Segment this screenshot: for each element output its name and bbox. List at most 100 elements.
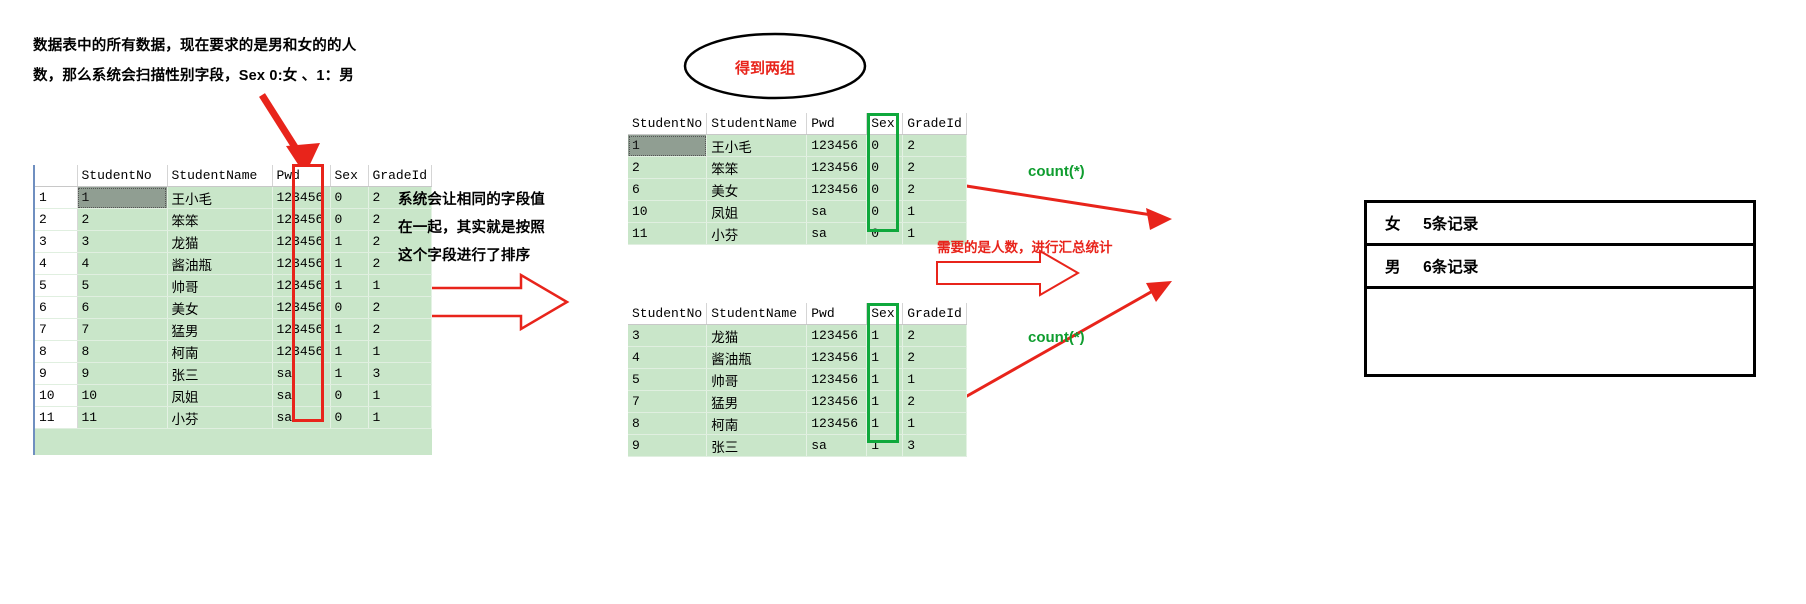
table-row[interactable]: 1 王小毛 123456 0 2 (628, 134, 968, 157)
cell-pwd[interactable]: 123456 (806, 178, 868, 201)
cell-studentname[interactable]: 笨笨 (706, 156, 808, 179)
cell-studentno[interactable]: 8 (628, 412, 708, 435)
cell-sex[interactable]: 0 (330, 406, 369, 429)
cell-gradeid[interactable]: 2 (902, 390, 968, 413)
cell-sex[interactable]: 0 (330, 296, 369, 319)
cell-studentno[interactable]: 7 (628, 390, 708, 413)
cell-sex[interactable]: 1 (866, 368, 904, 391)
cell-pwd[interactable]: 123456 (806, 412, 868, 435)
col-gradeid[interactable]: GradeId (368, 165, 433, 187)
cell-sex[interactable]: 1 (866, 390, 904, 413)
cell-gradeid[interactable]: 2 (902, 178, 968, 201)
cell-pwd[interactable]: sa (272, 406, 331, 429)
cell-studentname[interactable]: 龙猫 (706, 324, 808, 347)
cell-pwd[interactable]: sa (806, 200, 868, 223)
cell-gradeid[interactable]: 1 (368, 274, 433, 297)
table-row[interactable]: 4 酱油瓶 123456 1 2 (628, 346, 968, 369)
col-pwd[interactable]: Pwd (272, 165, 331, 187)
cell-studentno[interactable]: 9 (628, 434, 708, 457)
table-row[interactable]: 7 7 猛男 123456 1 2 (35, 318, 433, 341)
cell-studentname[interactable]: 美女 (167, 296, 273, 319)
cell-gradeid[interactable]: 2 (902, 134, 968, 157)
cell-studentno[interactable]: 2 (628, 156, 708, 179)
cell-studentno[interactable]: 4 (628, 346, 708, 369)
cell-pwd[interactable]: 123456 (272, 274, 331, 297)
cell-gradeid[interactable]: 1 (368, 406, 433, 429)
cell-studentname[interactable]: 美女 (706, 178, 808, 201)
cell-pwd[interactable]: 123456 (272, 208, 331, 231)
table-row[interactable]: 1 1 王小毛 123456 0 2 (35, 186, 433, 209)
cell-pwd[interactable]: 123456 (272, 186, 331, 209)
cell-studentno[interactable]: 10 (628, 200, 708, 223)
table-row[interactable]: 2 笨笨 123456 0 2 (628, 156, 968, 179)
cell-studentno[interactable]: 3 (628, 324, 708, 347)
table-row[interactable]: 11 小芬 sa 0 1 (628, 222, 968, 245)
table-row[interactable]: 9 9 张三 sa 1 3 (35, 362, 433, 385)
col-gradeid[interactable]: GradeId (902, 303, 968, 325)
cell-pwd[interactable]: sa (806, 434, 868, 457)
cell-sex[interactable]: 1 (330, 362, 369, 385)
cell-studentname[interactable]: 龙猫 (167, 230, 273, 253)
cell-sex[interactable]: 0 (866, 222, 904, 245)
cell-studentname[interactable]: 小芬 (167, 406, 273, 429)
cell-studentname[interactable]: 王小毛 (706, 134, 808, 157)
cell-sex[interactable]: 0 (330, 208, 369, 231)
cell-pwd[interactable]: sa (806, 222, 868, 245)
col-sex[interactable]: Sex (866, 303, 904, 325)
cell-studentname[interactable]: 柯南 (167, 340, 273, 363)
cell-studentname[interactable]: 柯南 (706, 412, 808, 435)
female-group-grid[interactable]: StudentNo StudentName Pwd Sex GradeId 1 … (628, 113, 968, 245)
table-row[interactable]: 3 3 龙猫 123456 1 2 (35, 230, 433, 253)
cell-pwd[interactable]: 123456 (806, 324, 868, 347)
col-sex[interactable]: Sex (866, 113, 904, 135)
cell-gradeid[interactable]: 1 (902, 368, 968, 391)
cell-studentname[interactable]: 帅哥 (167, 274, 273, 297)
cell-studentname[interactable]: 凤姐 (706, 200, 808, 223)
col-rownum[interactable] (35, 165, 78, 187)
cell-studentno[interactable]: 11 (77, 406, 168, 429)
cell-sex[interactable]: 0 (866, 134, 904, 157)
cell-studentname[interactable]: 酱油瓶 (167, 252, 273, 275)
cell-studentname[interactable]: 张三 (706, 434, 808, 457)
cell-pwd[interactable]: 123456 (272, 296, 331, 319)
table-row[interactable]: 8 柯南 123456 1 1 (628, 412, 968, 435)
cell-pwd[interactable]: sa (272, 362, 331, 385)
cell-gradeid[interactable]: 2 (368, 296, 433, 319)
cell-gradeid[interactable]: 2 (902, 156, 968, 179)
col-sex[interactable]: Sex (330, 165, 369, 187)
cell-sex[interactable]: 1 (330, 252, 369, 275)
cell-pwd[interactable]: sa (272, 384, 331, 407)
cell-pwd[interactable]: 123456 (806, 134, 868, 157)
cell-studentname[interactable]: 猛男 (167, 318, 273, 341)
cell-gradeid[interactable]: 1 (368, 340, 433, 363)
cell-sex[interactable]: 1 (330, 230, 369, 253)
table-row[interactable]: 6 美女 123456 0 2 (628, 178, 968, 201)
cell-studentno[interactable]: 5 (628, 368, 708, 391)
cell-studentno[interactable]: 11 (628, 222, 708, 245)
cell-studentname[interactable]: 王小毛 (167, 186, 273, 209)
table-row[interactable]: 2 2 笨笨 123456 0 2 (35, 208, 433, 231)
cell-sex[interactable]: 0 (330, 186, 369, 209)
cell-gradeid[interactable]: 1 (902, 200, 968, 223)
cell-studentname[interactable]: 猛男 (706, 390, 808, 413)
cell-sex[interactable]: 1 (330, 318, 369, 341)
cell-pwd[interactable]: 123456 (806, 368, 868, 391)
cell-sex[interactable]: 0 (330, 384, 369, 407)
table-row[interactable]: 3 龙猫 123456 1 2 (628, 324, 968, 347)
cell-pwd[interactable]: 123456 (806, 346, 868, 369)
cell-studentno[interactable]: 5 (77, 274, 168, 297)
cell-studentname[interactable]: 小芬 (706, 222, 808, 245)
male-group-grid[interactable]: StudentNo StudentName Pwd Sex GradeId 3 … (628, 303, 968, 457)
col-studentno[interactable]: StudentNo (628, 113, 708, 135)
source-data-grid[interactable]: StudentNo StudentName Pwd Sex GradeId 1 … (33, 165, 433, 455)
cell-studentno[interactable]: 3 (77, 230, 168, 253)
cell-studentname[interactable]: 帅哥 (706, 368, 808, 391)
col-pwd[interactable]: Pwd (806, 303, 868, 325)
cell-pwd[interactable]: 123456 (806, 156, 868, 179)
table-row[interactable]: 5 帅哥 123456 1 1 (628, 368, 968, 391)
cell-sex[interactable]: 0 (866, 178, 904, 201)
cell-sex[interactable]: 1 (866, 346, 904, 369)
table-row[interactable]: 6 6 美女 123456 0 2 (35, 296, 433, 319)
cell-studentname[interactable]: 酱油瓶 (706, 346, 808, 369)
col-studentname[interactable]: StudentName (706, 303, 808, 325)
